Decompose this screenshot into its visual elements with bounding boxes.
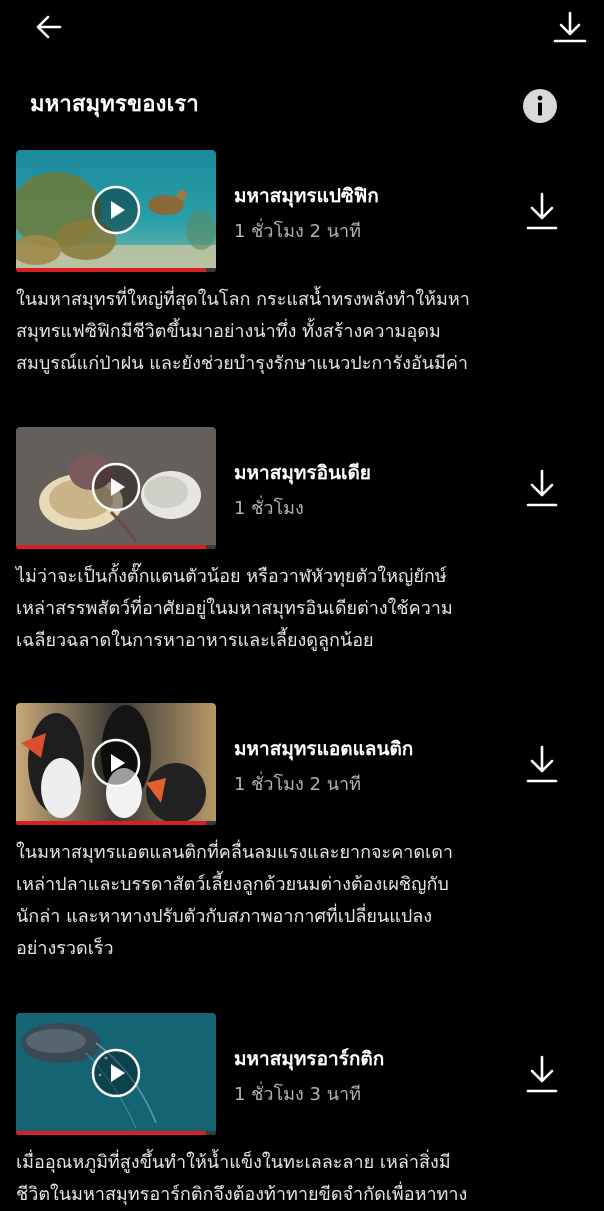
watch-progress-fill: [16, 1131, 206, 1135]
download-icon: [526, 745, 558, 783]
play-icon[interactable]: [91, 738, 141, 788]
download-icon: [553, 11, 587, 43]
description-line: ไม่ว่าจะเป็นกั้งตั๊กแตนตัวน้อย หรือวาฬหั…: [16, 566, 447, 587]
description-line: ในมหาสมุทรที่ใหญ่ที่สุดในโลก กระแสน้ำทรง…: [16, 289, 470, 310]
description-line: ชีวิตในมหาสมุทรอาร์กติกจึงต้องท้าทายขีดจ…: [16, 1184, 468, 1205]
episode-duration: 1 ชั่วโมง 2 นาที: [234, 774, 361, 795]
play-icon[interactable]: [91, 462, 141, 512]
description-line: เฉลียวฉลาดในการหาอาหารและเลี้ยงดูลูกน้อย: [16, 630, 374, 651]
download-icon: [526, 1055, 558, 1093]
download-episode-button[interactable]: [520, 1053, 564, 1097]
description-line: อย่างรวดเร็ว: [16, 938, 114, 959]
episode-duration: 1 ชั่วโมง: [234, 498, 304, 519]
episode-title: มหาสมุทรอินเดีย: [234, 462, 371, 484]
download-episode-button[interactable]: [520, 467, 564, 511]
episode-duration: 1 ชั่วโมง 3 นาที: [234, 1084, 361, 1105]
episode-description: ในมหาสมุทรที่ใหญ่ที่สุดในโลก กระแสน้ำทรง…: [16, 284, 586, 380]
info-button[interactable]: [522, 88, 558, 124]
download-episode-button[interactable]: [520, 190, 564, 234]
top-bar: [0, 0, 604, 60]
watch-progress-bar: [16, 821, 216, 825]
arrow-left-icon: [36, 15, 62, 39]
description-line: สมบูรณ์แก่ป่าฝน และยังช่วยบำรุงรักษาแนวป…: [16, 353, 468, 374]
description-line: ในมหาสมุทรแอตแลนติกที่คลื่นลมแรงและยากจะ…: [16, 842, 453, 863]
description-line: เหล่าสรรพสัตว์ที่อาศัยอยู่ในมหาสมุทรอินเ…: [16, 598, 453, 619]
watch-progress-fill: [16, 268, 206, 272]
download-icon: [526, 192, 558, 230]
back-button[interactable]: [30, 10, 70, 46]
info-icon: [523, 89, 557, 123]
description-line: เมื่ออุณหภูมิที่สูงขึ้นทำให้น้ำแข็งในทะเ…: [16, 1152, 451, 1173]
description-line: เหล่าปลาและบรรดาสัตว์เลี้ยงลูกด้วยนมต่าง…: [16, 874, 449, 895]
play-icon[interactable]: [91, 185, 141, 235]
download-all-button[interactable]: [548, 8, 592, 48]
episode-description: ในมหาสมุทรแอตแลนติกที่คลื่นลมแรงและยากจะ…: [16, 837, 586, 965]
episode-duration: 1 ชั่วโมง 2 นาที: [234, 221, 361, 242]
watch-progress-bar: [16, 268, 216, 272]
episode-thumbnail[interactable]: [16, 1013, 216, 1136]
watch-progress-bar: [16, 545, 216, 549]
episode-description: เมื่ออุณหภูมิที่สูงขึ้นทำให้น้ำแข็งในทะเ…: [16, 1147, 586, 1211]
episode-thumbnail[interactable]: [16, 150, 216, 273]
page-title: มหาสมุทรของเรา: [30, 92, 199, 117]
play-icon[interactable]: [91, 1048, 141, 1098]
episode-title: มหาสมุทรแปซิฟิก: [234, 185, 379, 207]
episode-title: มหาสมุทรอาร์กติก: [234, 1048, 385, 1070]
watch-progress-bar: [16, 1131, 216, 1135]
episode-description: ไม่ว่าจะเป็นกั้งตั๊กแตนตัวน้อย หรือวาฬหั…: [16, 561, 586, 657]
download-episode-button[interactable]: [520, 743, 564, 787]
download-icon: [526, 469, 558, 507]
watch-progress-fill: [16, 545, 206, 549]
description-line: นักล่า และหาทางปรับตัวกับสภาพอากาศที่เปล…: [16, 906, 433, 927]
description-line: สมุทรแฟซิฟิกมีชีวิตขึ้นมาอย่างน่าทึ่ง ทั…: [16, 321, 441, 342]
episode-thumbnail[interactable]: [16, 703, 216, 826]
episode-thumbnail[interactable]: [16, 427, 216, 550]
episode-title: มหาสมุทรแอตแลนติก: [234, 738, 414, 760]
watch-progress-fill: [16, 821, 206, 825]
